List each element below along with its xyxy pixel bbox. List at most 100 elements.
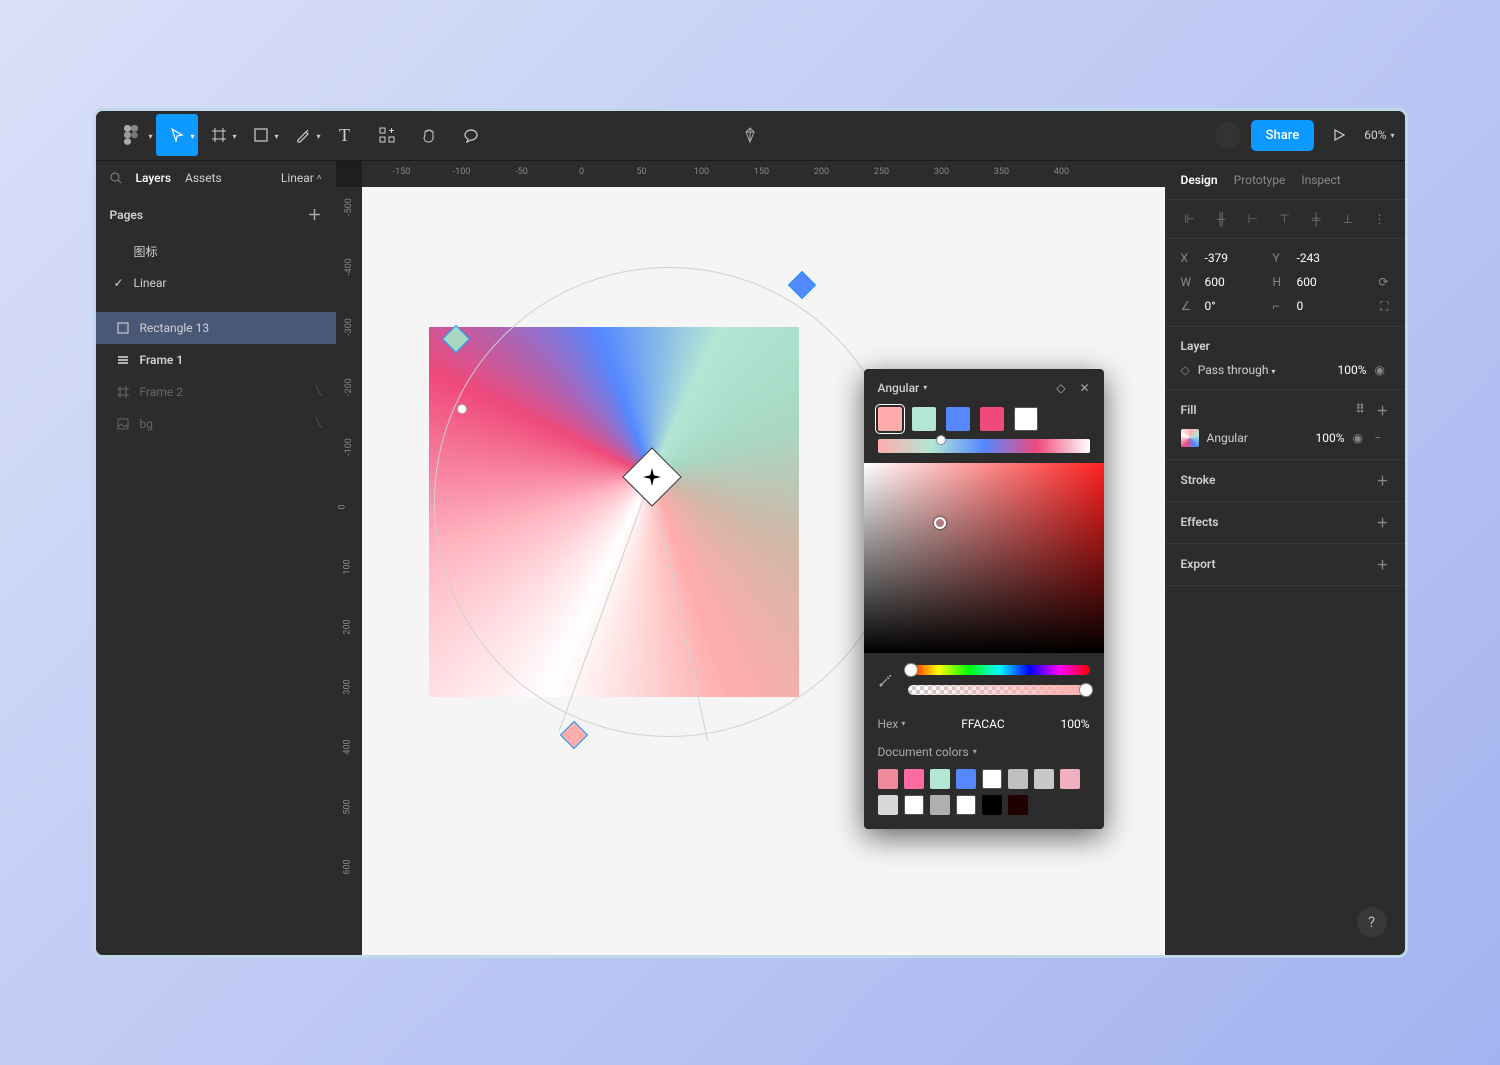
add-page-button[interactable]: ＋ [308,205,322,225]
gradient-stop-swatch[interactable] [912,407,936,431]
alpha-slider[interactable] [908,685,1090,695]
page-item[interactable]: 图标 [96,235,336,268]
hidden-icon[interactable]: ╲ [315,418,321,429]
fill-visibility-toggle[interactable]: ◉ [1353,431,1367,445]
share-button[interactable]: Share [1251,120,1315,151]
gradient-stop-marker[interactable] [936,435,946,445]
shape-tool-button[interactable]: ▾ [240,114,282,156]
saturation-picker[interactable] [864,463,1104,653]
tab-inspect[interactable]: Inspect [1301,173,1340,187]
document-color-swatch[interactable] [1008,769,1028,789]
color-format-selector[interactable]: Hex ▾ [878,717,906,731]
document-color-swatch[interactable] [982,769,1002,789]
styles-icon[interactable]: ⠿ [1356,402,1365,419]
document-color-swatch[interactable] [1008,795,1028,815]
add-effect-button[interactable]: ＋ [1376,514,1388,531]
close-icon[interactable]: ✕ [1079,381,1089,395]
distribute-icon[interactable]: ⋮ [1370,212,1388,226]
fill-opacity-input[interactable]: 100% [1315,431,1344,445]
gradient-stop-swatch[interactable] [980,407,1004,431]
move-tool-button[interactable]: ▾ [156,114,198,156]
document-color-swatch[interactable] [904,769,924,789]
hex-input[interactable]: FFACAC [913,717,1052,731]
align-hcenter-icon[interactable]: ╫ [1212,212,1230,226]
page-item[interactable]: ✓ Linear [96,268,336,298]
layer-label: Rectangle 13 [140,321,210,335]
pen-tool-button[interactable]: ▾ [282,114,324,156]
comment-tool-button[interactable] [450,114,492,156]
gradient-stop-swatch[interactable] [946,407,970,431]
rotation-input[interactable]: 0° [1205,299,1265,313]
hidden-icon[interactable]: ╲ [315,386,321,397]
align-top-icon[interactable]: ⊤ [1275,212,1293,226]
layer-item-bg[interactable]: bg ╲ [96,408,336,440]
layer-opacity-input[interactable]: 100% [1337,363,1366,377]
page-selector[interactable]: Linear ˄ [281,171,322,185]
tab-layers[interactable]: Layers [136,171,172,185]
gradient-stop-handle[interactable] [559,720,587,748]
gradient-dot-handle[interactable] [457,404,467,414]
resources-tool-button[interactable] [366,114,408,156]
align-bottom-icon[interactable]: ⊥ [1339,212,1357,226]
y-input[interactable]: -243 [1297,251,1357,265]
add-export-button[interactable]: ＋ [1376,556,1388,573]
constrain-icon[interactable]: ⟳ [1378,275,1388,289]
figma-menu-button[interactable]: ▾ [106,114,156,156]
gradient-stop-swatch[interactable] [1014,407,1038,431]
present-button[interactable] [1324,114,1354,156]
gradient-stop-swatch[interactable] [878,407,902,431]
document-color-swatch[interactable] [930,769,950,789]
independent-corners-icon[interactable]: ⛶ [1380,299,1388,314]
gradient-stop-handle[interactable] [787,270,815,298]
document-color-swatch[interactable] [904,795,924,815]
tab-prototype[interactable]: Prototype [1234,173,1286,187]
saturation-cursor[interactable] [934,517,946,529]
zoom-dropdown[interactable]: 60% ▾ [1364,128,1394,142]
document-color-swatch[interactable] [878,769,898,789]
hand-tool-button[interactable] [408,114,450,156]
document-color-swatch[interactable] [956,795,976,815]
document-color-swatch[interactable] [956,769,976,789]
vertical-ruler: -500 -400 -300 -200 -100 0 100 200 300 4… [336,187,362,955]
hue-handle[interactable] [904,663,918,677]
alpha-handle[interactable] [1079,683,1093,697]
fill-type-label[interactable]: Angular [1207,431,1308,445]
w-input[interactable]: 600 [1205,275,1265,289]
document-color-swatch[interactable] [930,795,950,815]
blend-mode-icon[interactable]: ◇ [1056,381,1065,395]
layer-item-rectangle[interactable]: Rectangle 13 [96,312,336,344]
text-tool-button[interactable]: T [324,114,366,156]
radius-input[interactable]: 0 [1297,299,1357,313]
tab-design[interactable]: Design [1181,173,1218,187]
h-input[interactable]: 600 [1297,275,1357,289]
x-input[interactable]: -379 [1205,251,1265,265]
eyedropper-icon[interactable] [878,672,896,688]
visibility-toggle[interactable]: ◉ [1375,363,1389,377]
frame-tool-button[interactable]: ▾ [198,114,240,156]
document-color-swatch[interactable] [1034,769,1054,789]
blend-mode-select[interactable]: Pass through ▾ [1198,363,1330,377]
align-right-icon[interactable]: ⊢ [1244,212,1262,226]
add-fill-button[interactable]: ＋ [1376,402,1388,419]
remove-fill-button[interactable]: − [1375,431,1389,445]
opacity-input[interactable]: 100% [1060,717,1089,731]
file-name-area[interactable] [741,126,759,144]
add-stroke-button[interactable]: ＋ [1376,472,1388,489]
fill-swatch[interactable] [1181,429,1199,447]
align-vcenter-icon[interactable]: ╪ [1307,212,1325,226]
layer-item-frame1[interactable]: Frame 1 [96,344,336,376]
tab-assets[interactable]: Assets [185,171,222,185]
document-colors-toggle[interactable]: Document colors ▾ [878,745,1090,759]
document-color-swatch[interactable] [982,795,1002,815]
help-button[interactable]: ? [1357,907,1387,937]
selected-rectangle[interactable] [429,327,799,697]
user-avatar[interactable] [1215,122,1241,148]
align-left-icon[interactable]: ⊩ [1181,212,1199,226]
search-icon[interactable] [110,172,122,184]
hue-slider[interactable] [908,665,1090,675]
gradient-preview-bar[interactable] [878,439,1090,453]
document-color-swatch[interactable] [878,795,898,815]
document-color-swatch[interactable] [1060,769,1080,789]
layer-item-frame2[interactable]: Frame 2 ╲ [96,376,336,408]
fill-type-selector[interactable]: Angular ▾ [878,381,928,395]
